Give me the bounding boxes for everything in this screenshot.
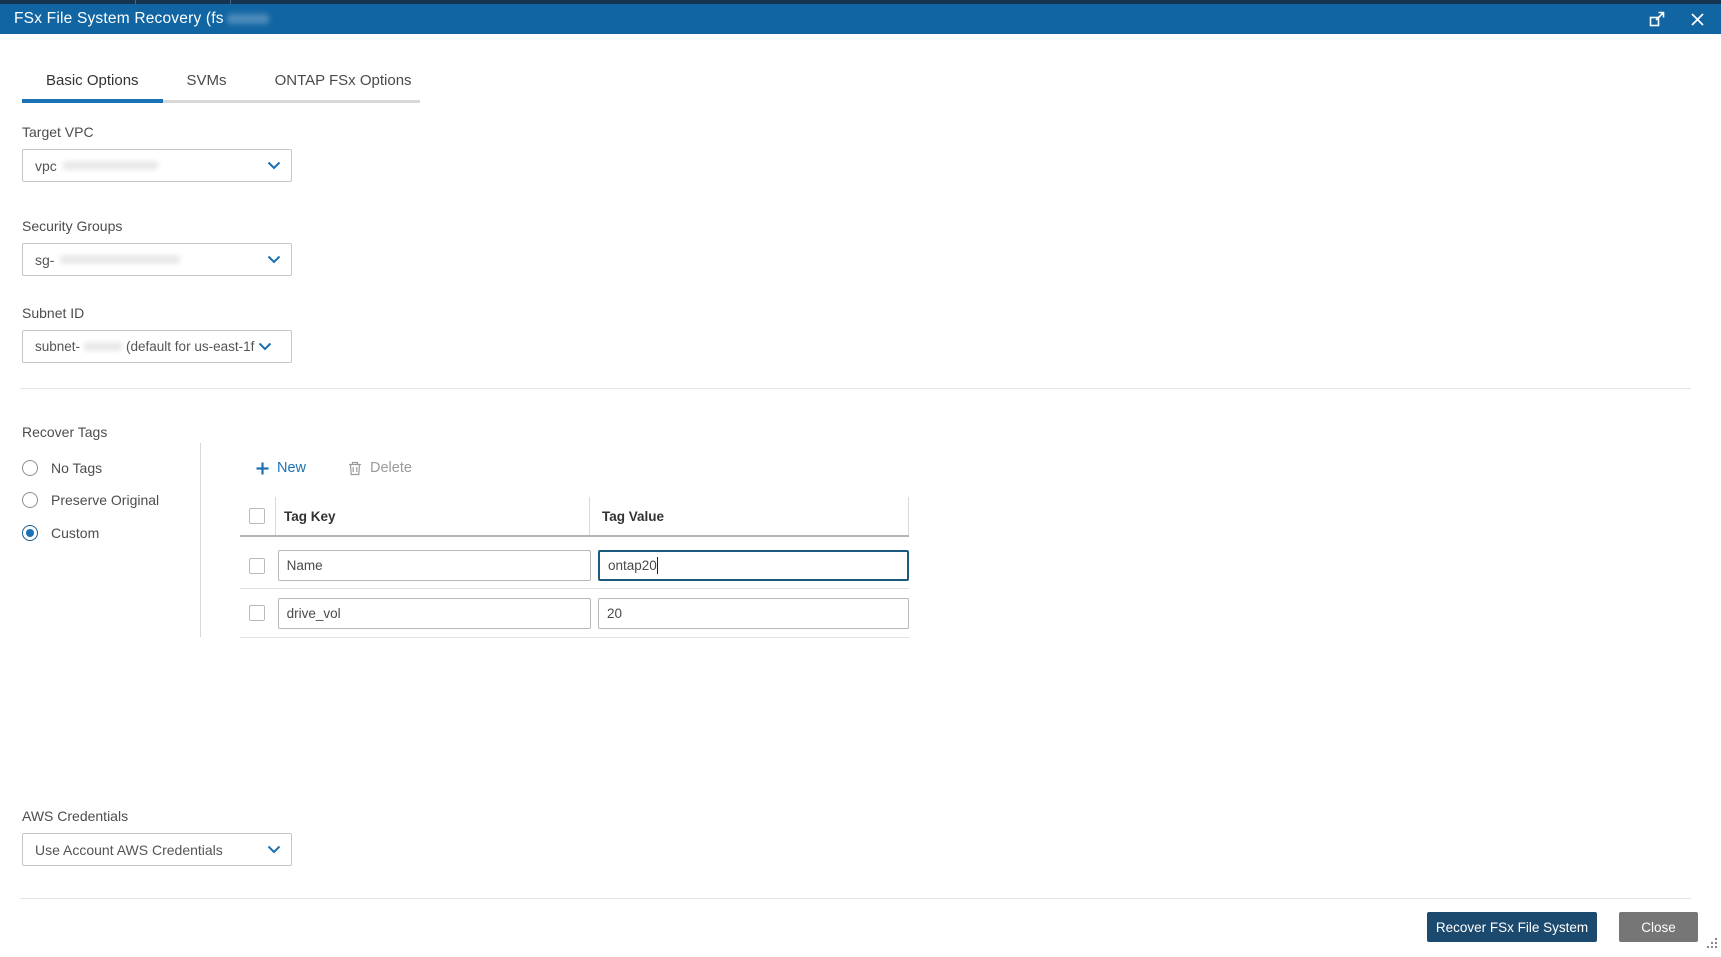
close-button[interactable]: Close <box>1619 912 1698 942</box>
chevron-down-icon <box>267 161 281 170</box>
tag-key-input[interactable] <box>277 597 591 629</box>
footer-divider <box>20 898 1691 899</box>
close-icon[interactable] <box>1690 12 1705 27</box>
tab-basic-options[interactable]: Basic Options <box>22 62 163 103</box>
tab-bar: Basic Options SVMs ONTAP FSx Options <box>22 62 420 103</box>
radio-custom-label: Custom <box>51 525 100 541</box>
chevron-down-icon <box>267 255 281 264</box>
tag-value-input[interactable] <box>598 597 909 629</box>
row-checkbox[interactable] <box>249 557 265 574</box>
chevron-down-icon <box>267 845 281 854</box>
delete-tag-label: Delete <box>370 460 412 476</box>
subnet-id-value: subnet- <box>35 339 81 354</box>
radio-circle-icon <box>22 460 38 476</box>
tag-toolbar: New Delete <box>256 460 412 476</box>
resize-grip[interactable] <box>1704 935 1718 954</box>
aws-credentials-value: Use Account AWS Credentials <box>35 841 223 858</box>
subnet-id-select[interactable]: subnet- (default for us-east-1f <box>22 330 292 363</box>
dialog-titlebar: FSx File System Recovery (fs <box>0 4 1721 34</box>
tab-ontap-fsx-options[interactable]: ONTAP FSx Options <box>251 62 436 103</box>
titlebar-actions <box>1648 10 1705 28</box>
tag-key-input[interactable] <box>277 550 591 581</box>
target-vpc-select[interactable]: vpc <box>22 149 292 182</box>
radio-no-tags-label: No Tags <box>51 460 103 476</box>
security-groups-label: Security Groups <box>22 218 123 234</box>
radio-custom[interactable]: Custom <box>22 525 99 541</box>
target-vpc-label: Target VPC <box>22 124 94 140</box>
redacted-title-text <box>226 14 269 24</box>
chevron-down-icon <box>258 342 272 351</box>
radio-selected-icon <box>22 525 38 541</box>
subnet-id-field: Subnet ID subnet- (default for us-east-1… <box>22 305 292 363</box>
subnet-id-label: Subnet ID <box>22 305 85 321</box>
aws-credentials-select[interactable]: Use Account AWS Credentials <box>22 833 292 866</box>
target-vpc-value: vpc <box>35 157 57 174</box>
expand-icon[interactable] <box>1648 10 1666 28</box>
redacted-vpc-id <box>62 161 158 170</box>
text-caret <box>657 557 658 574</box>
new-tag-button[interactable]: New <box>256 460 306 476</box>
security-groups-value: sg- <box>35 251 55 268</box>
table-row <box>240 543 909 589</box>
target-vpc-field: Target VPC vpc <box>22 124 292 182</box>
dialog-title: FSx File System Recovery (fs <box>14 10 224 27</box>
trash-icon <box>348 461 362 476</box>
radio-preserve-original[interactable]: Preserve Original <box>22 492 159 508</box>
security-groups-field: Security Groups sg- <box>22 218 292 276</box>
radio-no-tags[interactable]: No Tags <box>22 460 102 476</box>
fsx-recovery-dialog: FSx File System Recovery (fs Basic Optio… <box>0 0 1721 957</box>
row-checkbox[interactable] <box>249 605 265 621</box>
security-groups-select[interactable]: sg- <box>22 243 292 276</box>
tag-value-input[interactable] <box>598 550 909 581</box>
redacted-sg-id <box>60 255 181 264</box>
recover-tags-label: Recover Tags <box>22 424 108 440</box>
tag-table-header: Tag Key Tag Value <box>240 497 909 537</box>
aws-credentials-field: AWS Credentials Use Account AWS Credenti… <box>22 808 292 866</box>
redacted-subnet-id <box>84 342 123 351</box>
plus-icon <box>256 462 269 475</box>
recover-fsx-button[interactable]: Recover FSx File System <box>1427 912 1597 942</box>
table-row <box>240 589 909 638</box>
subnet-id-value-suffix: (default for us-east-1f <box>126 339 255 354</box>
select-all-checkbox[interactable] <box>249 508 265 524</box>
column-header-tag-value: Tag Value <box>589 497 909 535</box>
column-header-tag-key: Tag Key <box>275 497 589 535</box>
radio-preserve-original-label: Preserve Original <box>51 492 160 508</box>
radio-circle-icon <box>22 492 38 508</box>
section-divider <box>20 388 1691 389</box>
delete-tag-button[interactable]: Delete <box>348 460 412 476</box>
new-tag-label: New <box>277 460 307 476</box>
tab-svms[interactable]: SVMs <box>163 62 251 103</box>
aws-credentials-label: AWS Credentials <box>22 808 129 824</box>
vertical-divider <box>200 443 201 637</box>
